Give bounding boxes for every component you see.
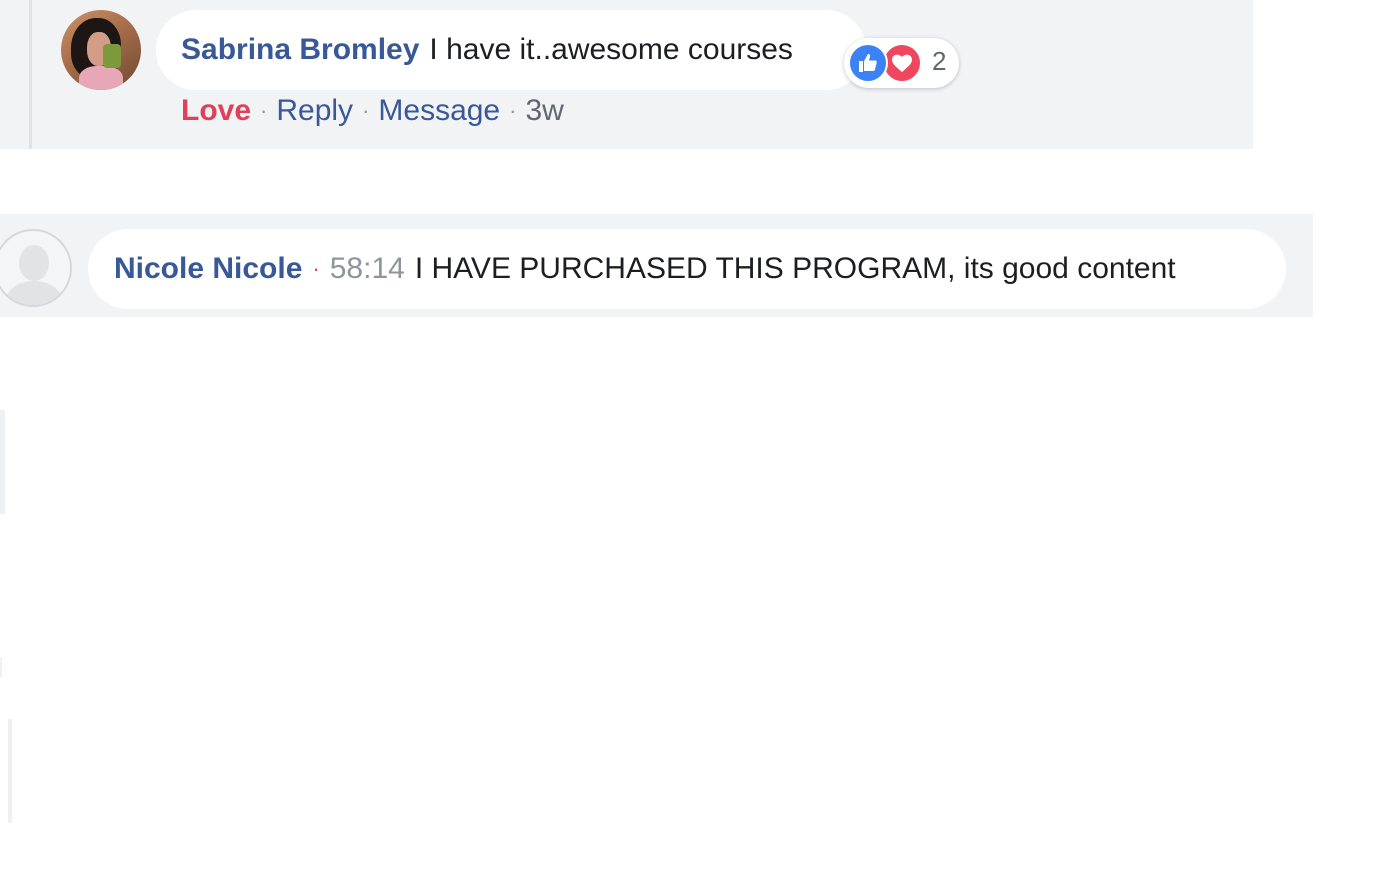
- comment-author-link[interactable]: Sabrina Bromley: [181, 33, 419, 67]
- reaction-count: 2: [932, 46, 947, 76]
- separator-dot: ·: [260, 98, 268, 123]
- comments-page: Sabrina Bromley I have it..awesome cours…: [0, 0, 1388, 892]
- divider: [8, 719, 12, 823]
- separator-dot: ·: [362, 98, 370, 123]
- comment-nicole: Nicole Nicole · 58:14 I HAVE PURCHASED T…: [0, 214, 1313, 317]
- comment-bubble: Nicole Nicole · 58:14 I HAVE PURCHASED T…: [88, 229, 1286, 309]
- thread-line: [29, 0, 32, 149]
- separator-dot: ·: [312, 256, 320, 281]
- video-timestamp[interactable]: 58:14: [330, 252, 405, 286]
- comment-actions: Love · Reply · Message · 3w: [181, 94, 564, 128]
- love-icon: [882, 43, 922, 83]
- comment-time[interactable]: 3w: [525, 94, 563, 128]
- message-link[interactable]: Message: [378, 94, 500, 128]
- comment-bubble: Sabrina Bromley I have it..awesome cours…: [156, 10, 866, 90]
- like-icon: [848, 43, 888, 83]
- comment-text: I HAVE PURCHASED THIS PROGRAM, its good …: [414, 252, 1176, 285]
- separator-dot: ·: [509, 98, 517, 123]
- avatar-default[interactable]: [0, 229, 72, 307]
- love-action[interactable]: Love: [181, 94, 251, 128]
- divider: [0, 657, 2, 677]
- comment-text: I have it..awesome courses: [429, 33, 793, 66]
- reactions-summary[interactable]: 2: [844, 38, 959, 88]
- avatar-sabrina[interactable]: [61, 10, 141, 90]
- comment-sabrina: Sabrina Bromley I have it..awesome cours…: [0, 0, 1253, 149]
- comment-author-link[interactable]: Nicole Nicole: [114, 252, 302, 286]
- divider: [0, 410, 5, 514]
- reply-link[interactable]: Reply: [276, 94, 353, 128]
